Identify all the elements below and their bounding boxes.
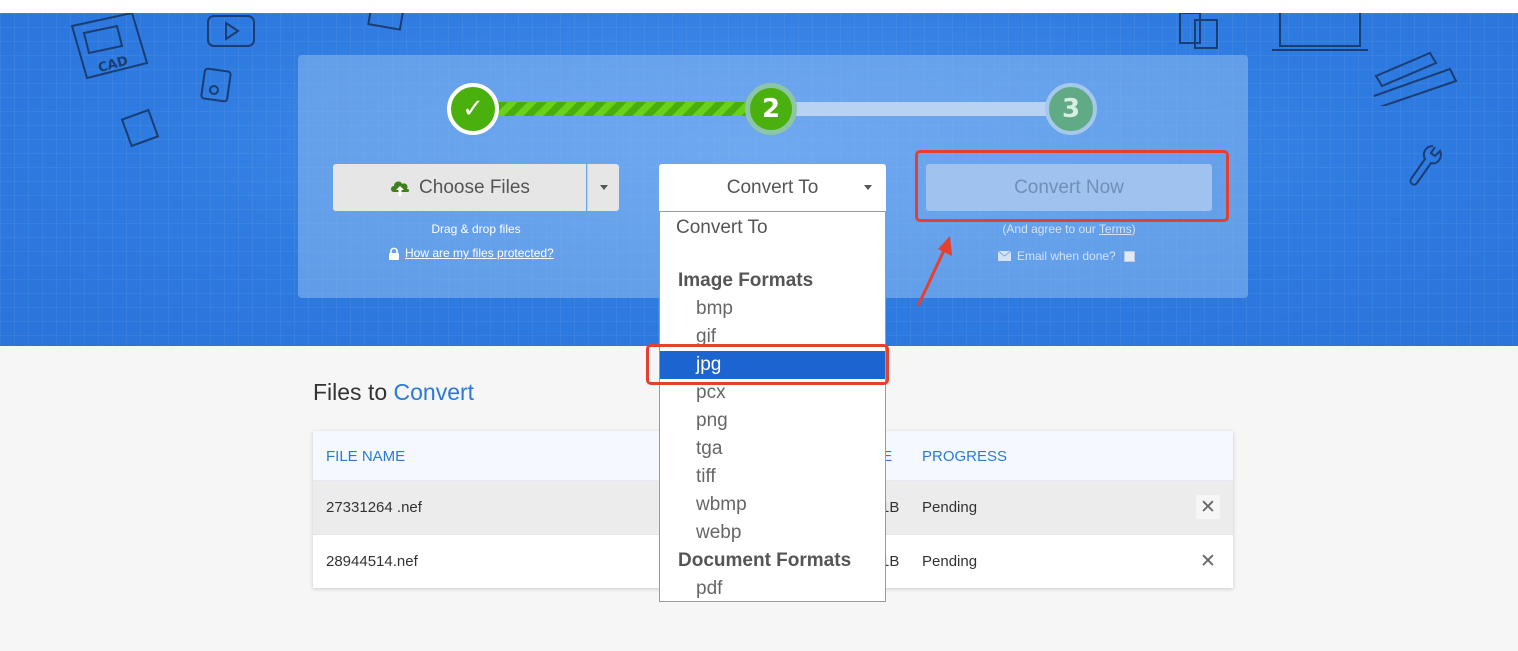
annotation-arrow-icon bbox=[916, 236, 952, 307]
format-option-label: wbmp bbox=[696, 494, 747, 515]
format-option-label: tga bbox=[696, 438, 723, 459]
format-option-label: webp bbox=[696, 522, 742, 543]
convert-to-select[interactable]: Convert To bbox=[659, 164, 886, 211]
drag-drop-hint: Drag & drop files bbox=[431, 222, 521, 236]
terms-prefix: (And agree to our bbox=[1002, 222, 1099, 236]
group-label: Image Formats bbox=[678, 270, 814, 291]
format-option-tiff[interactable]: tiff bbox=[660, 463, 885, 491]
format-option-png[interactable]: png bbox=[660, 407, 885, 435]
format-option-wbmp[interactable]: wbmp bbox=[660, 491, 885, 519]
choose-files-label: Choose Files bbox=[419, 176, 530, 198]
copy-doodle-icon bbox=[1179, 13, 1218, 49]
cad-file-doodle-icon: CAD bbox=[70, 13, 149, 80]
progress-track-complete bbox=[488, 102, 758, 116]
file-progress-cell: Pending bbox=[922, 553, 978, 570]
caret-down-icon bbox=[864, 185, 872, 190]
video-doodle-icon bbox=[207, 15, 255, 47]
column-header-file-name: FILE NAME bbox=[326, 448, 406, 465]
choose-files-button[interactable]: Choose Files bbox=[333, 164, 586, 211]
wrench-doodle-icon bbox=[1409, 145, 1442, 186]
image-doodle-icon bbox=[120, 108, 160, 148]
laptop-doodle-icon bbox=[1272, 13, 1368, 51]
cloud-upload-icon bbox=[391, 181, 410, 196]
envelope-icon bbox=[998, 251, 1011, 261]
files-protected-link[interactable]: How are my files protected? bbox=[388, 246, 554, 260]
pencil-ruler-doodle-icon bbox=[1373, 51, 1458, 106]
format-option-label: bmp bbox=[696, 298, 733, 319]
file-name-cell: 28944514.nef bbox=[326, 553, 418, 570]
file-name-cell: 27331264 .nef bbox=[326, 499, 422, 516]
convert-to-label: Convert To bbox=[726, 176, 819, 198]
step-2-indicator: 2 bbox=[745, 83, 797, 135]
remove-file-button[interactable]: ✕ bbox=[1196, 495, 1220, 519]
dropdown-group-document-formats: Document Formats bbox=[660, 547, 885, 575]
file-progress-cell: Pending bbox=[922, 499, 978, 516]
format-option-label: tiff bbox=[696, 466, 716, 487]
music-doodle-icon bbox=[200, 67, 232, 103]
format-option-tga[interactable]: tga bbox=[660, 435, 885, 463]
terms-link[interactable]: Terms bbox=[1099, 222, 1132, 236]
step-3-indicator: 3 bbox=[1045, 83, 1097, 135]
column-header-progress: PROGRESS bbox=[922, 448, 1008, 465]
format-option-label: png bbox=[696, 410, 728, 431]
convert-to-dropdown-list: Convert To Image Formats bmp gif jpg pcx… bbox=[659, 211, 886, 602]
files-title-prefix: Files to bbox=[313, 379, 388, 405]
jpg-option-highlight-annotation bbox=[646, 344, 889, 385]
files-to-convert-heading: Files to Convert bbox=[313, 379, 474, 406]
format-option-pdf[interactable]: pdf bbox=[660, 575, 885, 601]
convert-now-highlight-annotation bbox=[915, 150, 1229, 222]
group-label: Document Formats bbox=[678, 550, 852, 571]
terms-agreement-text: (And agree to our Terms) bbox=[926, 222, 1212, 236]
email-when-done-label: Email when done? bbox=[1017, 249, 1116, 263]
dropdown-header-option[interactable]: Convert To bbox=[660, 214, 885, 242]
terms-suffix: ) bbox=[1131, 222, 1136, 236]
format-option-webp[interactable]: webp bbox=[660, 519, 885, 547]
step-1-complete-indicator: ✓ bbox=[447, 83, 499, 135]
format-option-bmp[interactable]: bmp bbox=[660, 295, 885, 323]
choose-source-dropdown-button[interactable] bbox=[587, 164, 619, 211]
caret-down-icon bbox=[599, 185, 608, 190]
top-strip bbox=[0, 0, 1518, 13]
dropdown-header-label: Convert To bbox=[676, 217, 768, 238]
dropdown-group-image-formats: Image Formats bbox=[660, 267, 885, 295]
cad-doodle-label: CAD bbox=[96, 54, 129, 76]
picture-doodle-icon bbox=[367, 13, 405, 31]
email-when-done-option[interactable]: Email when done? bbox=[998, 249, 1135, 263]
files-title-accent: Convert bbox=[393, 379, 475, 405]
lock-icon bbox=[389, 247, 399, 260]
email-when-done-checkbox[interactable] bbox=[1123, 250, 1135, 262]
format-option-label: pcx bbox=[696, 382, 726, 403]
files-protected-link-text: How are my files protected? bbox=[405, 246, 554, 260]
remove-file-button[interactable]: ✕ bbox=[1196, 549, 1220, 573]
progress-track-pending bbox=[780, 102, 1070, 116]
format-option-label: pdf bbox=[696, 578, 723, 599]
